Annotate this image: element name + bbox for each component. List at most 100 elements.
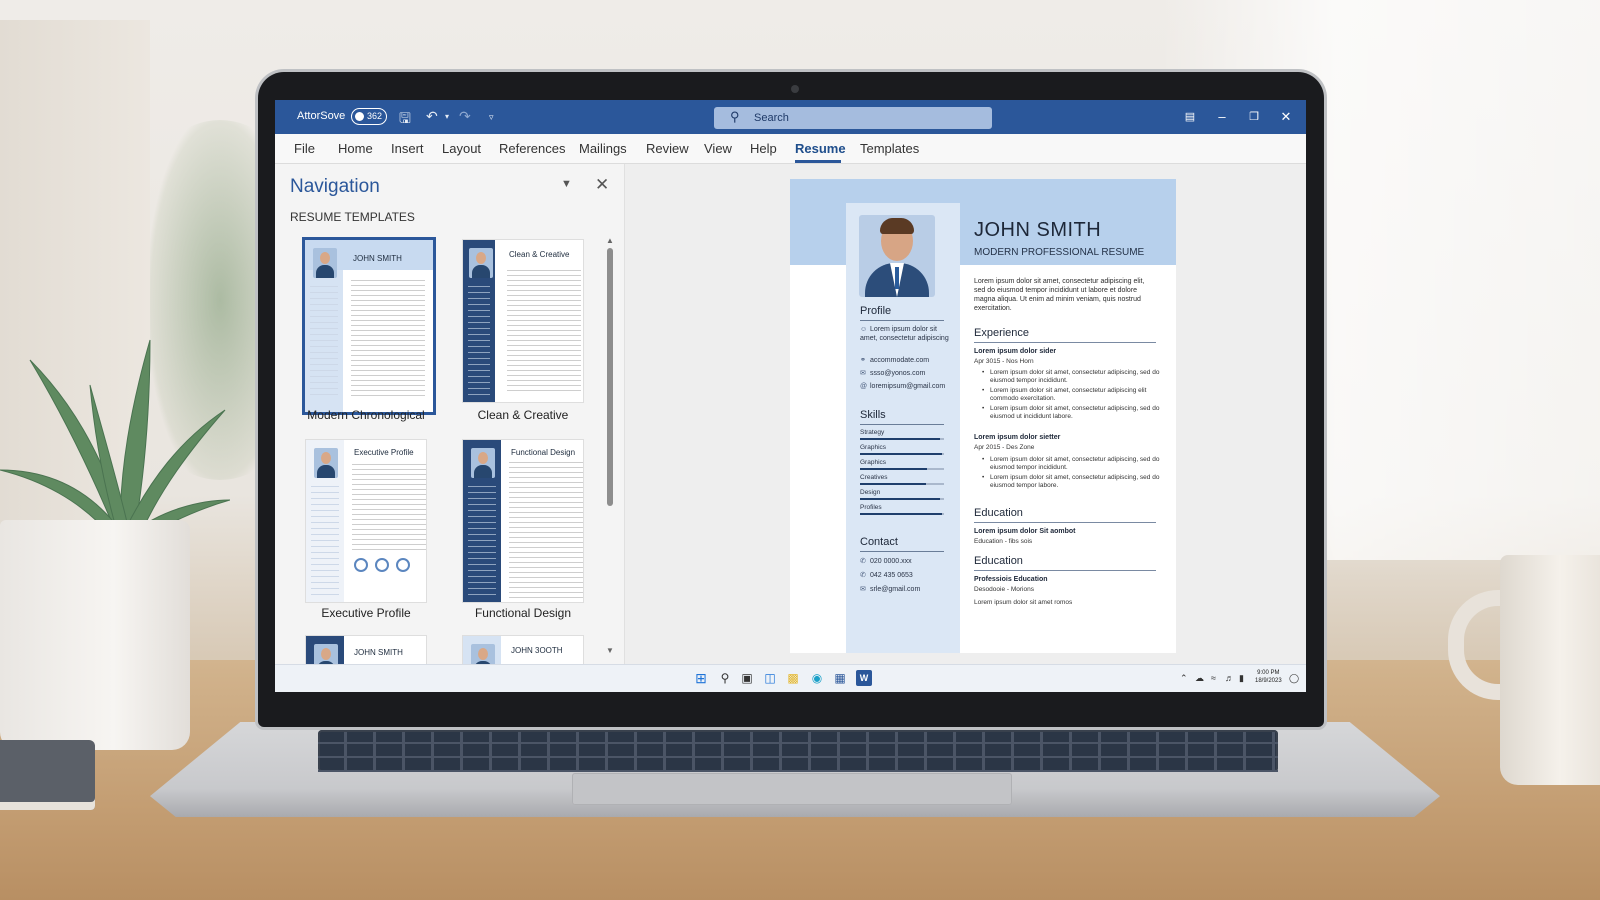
battery-icon[interactable]: ▮	[1239, 673, 1244, 684]
minimize-icon[interactable]: –	[1209, 106, 1235, 128]
card-title: Functional Design	[511, 448, 576, 457]
tab-help[interactable]: Help	[750, 141, 777, 156]
template-label[interactable]: Functional Design	[448, 606, 598, 620]
search-icon: ⚲	[730, 109, 740, 124]
tab-home[interactable]: Home	[338, 141, 373, 156]
at-icon: @	[860, 383, 868, 390]
taskbar: ⊞ ⚲ ▣ ◫ ▩ ◉ ▦ W ⌃ ☁ ≈ ♬ ▮ 9:00 PM 18/9/2…	[275, 664, 1306, 692]
contact-item: ✆ 020 0000.xxx	[860, 558, 912, 565]
undo-icon[interactable]: ↶	[426, 108, 438, 125]
autosave-toggle[interactable]: 362	[351, 108, 387, 125]
job-dates: Apr 3015 - Nos Horn	[974, 358, 1034, 365]
education-heading: Education	[974, 555, 1023, 567]
search-icon[interactable]: ⚲	[717, 670, 733, 686]
succulent-plant	[0, 339, 230, 540]
edge-icon[interactable]: ◉	[809, 670, 825, 686]
tab-review[interactable]: Review	[646, 141, 689, 156]
template-card-functional-design[interactable]: Functional Design	[463, 440, 583, 602]
experience-heading: Experience	[974, 327, 1030, 339]
search-input[interactable]: Search	[754, 112, 789, 124]
tab-layout[interactable]: Layout	[442, 141, 481, 156]
coffee-mug	[1500, 555, 1600, 785]
template-label[interactable]: Executive Profile	[291, 606, 441, 620]
profile-item: ✉ ssso@yonos.com	[860, 370, 926, 377]
skill-label: Design	[860, 489, 881, 496]
tab-resume[interactable]: Resume	[795, 141, 846, 156]
template-label[interactable]: Modern Chronological	[291, 408, 441, 422]
redo-icon[interactable]: ↷	[459, 108, 471, 125]
card-body-text	[507, 270, 581, 394]
wifi-icon[interactable]: ≈	[1211, 673, 1216, 683]
webcam	[791, 85, 799, 93]
education-title: Professiois Education	[974, 576, 1048, 583]
resume-page[interactable]: JOHN SMITH MODERN PROFESSIONAL RESUME Pr…	[790, 179, 1176, 653]
skill-track	[860, 453, 944, 455]
widgets-icon[interactable]: ◫	[762, 670, 778, 686]
tab-view[interactable]: View	[704, 141, 732, 156]
profile-item: ⚭ accommodate.com	[860, 357, 930, 364]
template-card-modern-chronological[interactable]: JOHN SMITH	[305, 240, 433, 412]
clock-time: 9:00 PM	[1257, 670, 1280, 676]
task-view-icon[interactable]: ▣	[739, 670, 755, 686]
divider	[860, 320, 944, 321]
navigation-pane: Navigation ▼ ✕ RESUME TEMPLATES JOHN SMI…	[275, 164, 625, 676]
education-title: Lorem ipsum dolor Sit aombot	[974, 528, 1076, 535]
scroll-up-icon[interactable]: ▲	[606, 236, 614, 245]
tab-file[interactable]: File	[294, 141, 315, 156]
laptop-keyboard	[318, 730, 1278, 772]
customize-icon[interactable]: ▿	[489, 112, 494, 123]
skill-bar: Strategy	[860, 429, 944, 440]
save-icon[interactable]: 🖫	[399, 108, 411, 132]
tab-templates[interactable]: Templates	[860, 141, 919, 156]
contact-item: ✆ 042 435 0653	[860, 572, 913, 579]
job-title: Lorem ipsum dolor sider	[974, 348, 1057, 355]
skill-label: Profiles	[860, 504, 882, 511]
card-photo	[314, 448, 338, 478]
resume-subtitle: MODERN PROFESSIONAL RESUME	[974, 247, 1145, 258]
chevron-up-icon[interactable]: ⌃	[1180, 673, 1188, 684]
tab-insert[interactable]: Insert	[391, 141, 424, 156]
card-title: JOHN SMITH	[353, 254, 402, 263]
card-body-text	[509, 462, 583, 598]
template-card-executive-profile[interactable]: Executive Profile	[306, 440, 426, 602]
resume-summary: Lorem ipsum dolor sit amet, consectetur …	[974, 278, 1145, 312]
nav-scrollbar[interactable]: ▲ ▼	[605, 236, 615, 656]
skill-fill	[860, 483, 926, 485]
cloud-icon[interactable]: ☁	[1195, 673, 1204, 684]
ribbon-display-icon[interactable]: ▤	[1177, 106, 1203, 128]
word-icon[interactable]: W	[856, 670, 872, 686]
volume-icon[interactable]: ♬	[1225, 673, 1234, 683]
search-box[interactable]: ⚲ Search	[714, 107, 992, 129]
notification-icon[interactable]: ◯	[1289, 673, 1299, 684]
tab-mailings[interactable]: Mailings	[579, 141, 627, 156]
divider	[974, 522, 1156, 523]
scroll-down-icon[interactable]: ▼	[606, 646, 614, 655]
autosave-toggle-text: 362	[367, 111, 383, 121]
skill-bar: Graphics	[860, 444, 944, 455]
skill-fill	[860, 468, 928, 470]
chevron-down-icon[interactable]: ▼	[561, 178, 572, 190]
scroll-thumb[interactable]	[607, 248, 613, 506]
ribbon-tabs: File Home Insert Layout References Maili…	[275, 134, 1306, 164]
windows-start-icon[interactable]: ⊞	[693, 670, 709, 686]
profile-photo	[859, 215, 935, 297]
skill-label: Graphics	[860, 459, 887, 466]
card-title: JOHN SMITH	[354, 648, 403, 657]
store-icon[interactable]: ▦	[832, 670, 848, 686]
tab-references[interactable]: References	[499, 141, 565, 156]
education-heading: Education	[974, 507, 1023, 519]
undo-dropdown-icon[interactable]: ▾	[445, 112, 449, 121]
profile-heading: Profile	[860, 305, 892, 317]
skill-bar: Graphics	[860, 459, 944, 470]
education-detail: Desodooie - Morions	[974, 586, 1034, 593]
template-card-clean-creative[interactable]: Clean & Creative	[463, 240, 583, 402]
mail-icon: ✉	[860, 370, 866, 377]
clock[interactable]: 9:00 PM 18/9/2023	[1255, 669, 1282, 685]
file-explorer-icon[interactable]: ▩	[785, 670, 801, 686]
trackpad	[572, 773, 1012, 805]
template-label[interactable]: Clean & Creative	[448, 408, 598, 422]
restore-icon[interactable]: ❐	[1241, 106, 1267, 128]
card-skill-circles	[354, 558, 424, 578]
close-icon[interactable]: ✕	[1273, 106, 1299, 128]
close-pane-icon[interactable]: ✕	[595, 175, 609, 195]
